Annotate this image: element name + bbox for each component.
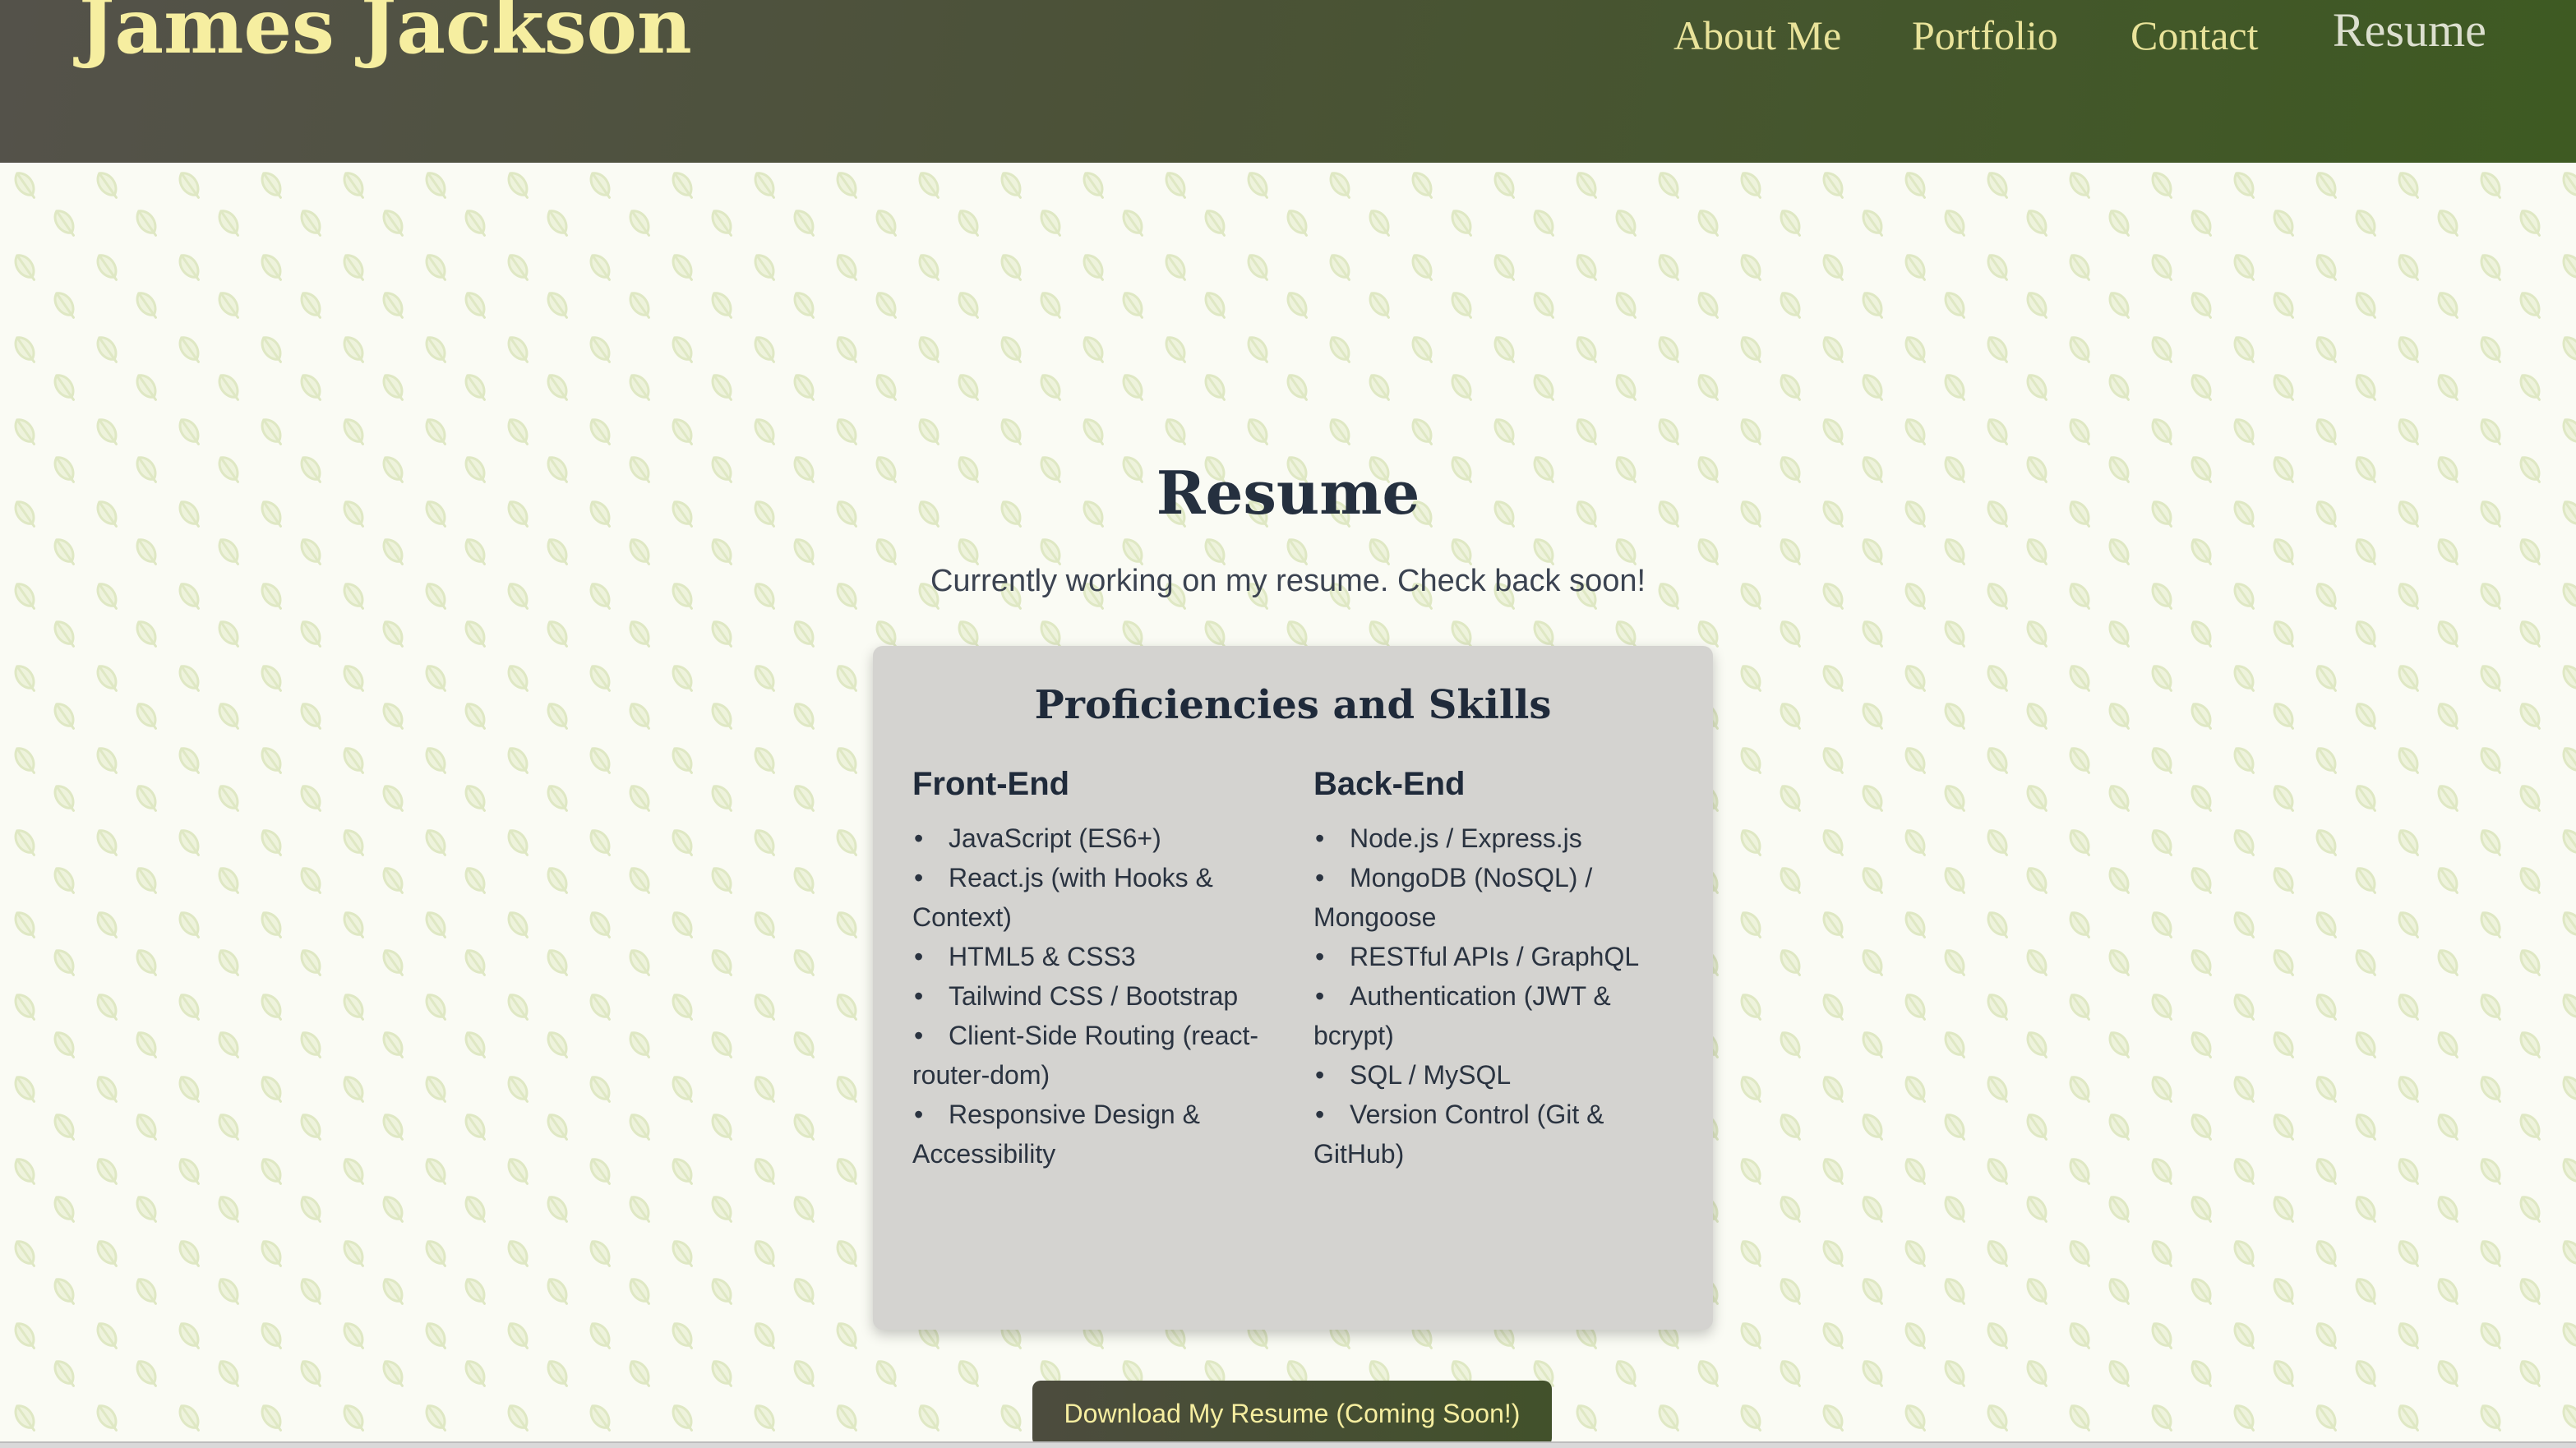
back-end-heading: Back-End <box>1313 766 1466 802</box>
skill-item: • Responsive Design & Accessibility <box>912 1095 1274 1174</box>
bullet-icon: • <box>914 823 924 853</box>
skills-card-title: Proficiencies and Skills <box>1034 682 1552 728</box>
bullet-icon: • <box>1315 981 1325 1011</box>
nav-link-resume[interactable]: Resume <box>2333 7 2486 54</box>
download-resume-button[interactable]: Download My Resume (Coming Soon!) <box>1032 1381 1552 1446</box>
bullet-icon: • <box>1315 1100 1325 1129</box>
front-end-skill-list: • JavaScript (ES6+) • React.js (with Hooks… <box>912 819 1274 1174</box>
skill-item: • HTML5 & CSS3 <box>912 937 1274 976</box>
bullet-icon: • <box>914 863 924 892</box>
skill-item: • Tailwind CSS / Bootstrap <box>912 976 1274 1016</box>
window-bottom-edge <box>0 1441 2576 1448</box>
bullet-icon: • <box>914 1100 924 1129</box>
bullet-icon: • <box>1315 863 1325 892</box>
skill-item: • Client-Side Routing (react-router-dom) <box>912 1016 1274 1095</box>
skill-item: • Version Control (Git & GitHub) <box>1313 1095 1675 1174</box>
front-end-heading: Front-End <box>912 766 1070 802</box>
skill-item: • Authentication (JWT & bcrypt) <box>1313 976 1675 1055</box>
back-end-column: Back-End • Node.js / Express.js • MongoDB … <box>1313 768 1675 1174</box>
back-end-skill-list: • Node.js / Express.js • MongoDB (NoSQL) /… <box>1313 819 1675 1174</box>
bullet-icon: • <box>1315 823 1325 853</box>
bullet-icon: • <box>914 981 924 1011</box>
page-title: Resume <box>1156 458 1420 528</box>
page-subtitle: Currently working on my resume. Check ba… <box>930 564 1646 598</box>
skill-item: • React.js (with Hooks & Context) <box>912 858 1274 937</box>
nav-link-portfolio[interactable]: Portfolio <box>1912 15 2058 56</box>
skill-item: • JavaScript (ES6+) <box>912 819 1274 858</box>
skills-card: Proficiencies and Skills Front-End • Java… <box>873 646 1713 1446</box>
nav-link-contact[interactable]: Contact <box>2131 15 2259 56</box>
bullet-icon: • <box>1315 1060 1325 1090</box>
skill-item: • SQL / MySQL <box>1313 1055 1675 1095</box>
skill-item: • MongoDB (NoSQL) / Mongoose <box>1313 858 1675 937</box>
nav-link-about-me[interactable]: About Me <box>1673 15 1841 56</box>
site-name[interactable]: James Jackson <box>79 0 692 64</box>
site-header: James Jackson About Me Portfolio Contact… <box>0 0 2576 163</box>
bullet-icon: • <box>1315 942 1325 971</box>
skill-item: • Node.js / Express.js <box>1313 819 1675 858</box>
front-end-column: Front-End • JavaScript (ES6+) • React.js (… <box>912 768 1274 1174</box>
bullet-icon: • <box>914 1021 924 1050</box>
skill-item: • RESTful APIs / GraphQL <box>1313 937 1675 976</box>
bullet-icon: • <box>914 942 924 971</box>
